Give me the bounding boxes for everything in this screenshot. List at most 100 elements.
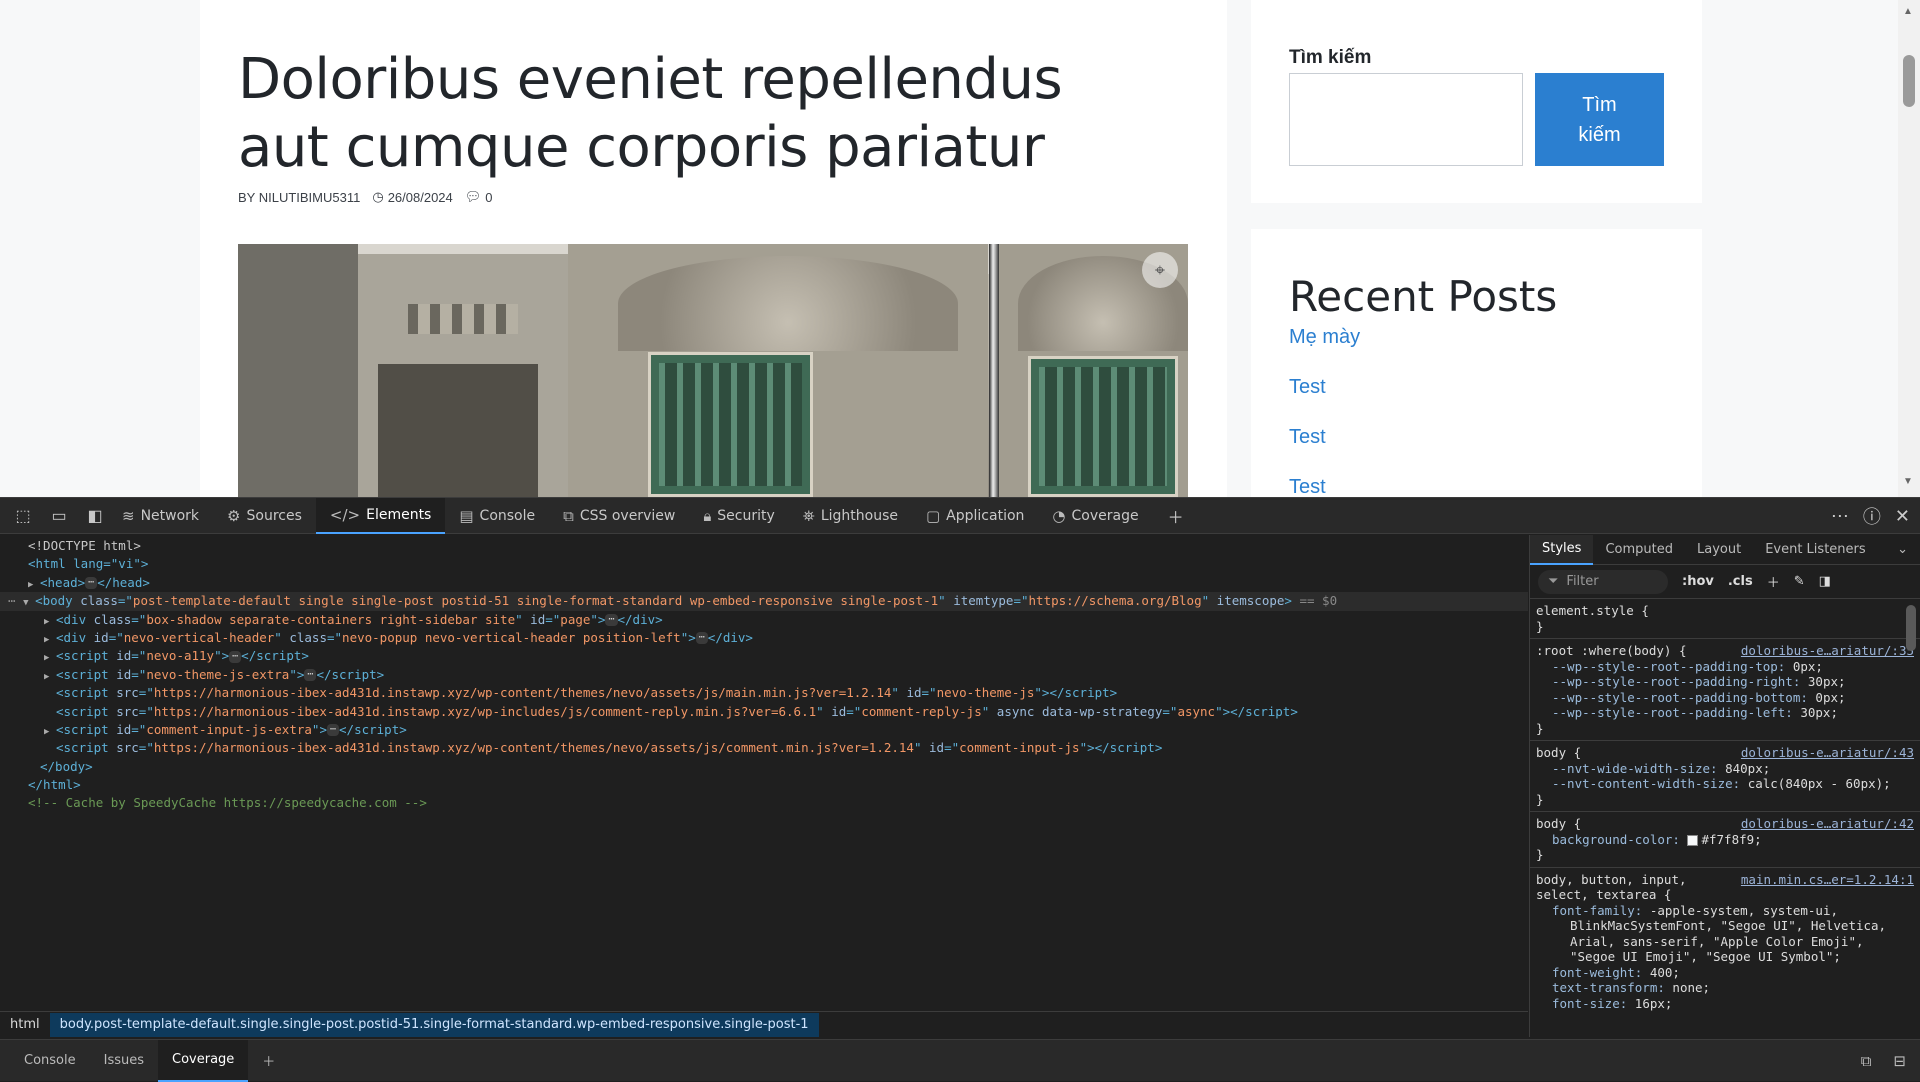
style-rule[interactable]: doloribus-e…ariatur/:42 body { background…	[1530, 812, 1920, 868]
dock-drawer-icon[interactable]: ⧉	[1861, 1052, 1872, 1070]
breadcrumb-item[interactable]: html	[0, 1013, 50, 1037]
devtools-actions: ⋯ ⓘ ✕	[1831, 498, 1910, 534]
inspect-element-icon[interactable]: ⬚	[10, 503, 36, 529]
style-rule[interactable]: main.min.cs…er=1.2.14:1 body, button, inp…	[1530, 868, 1920, 1016]
lighthouse-icon: ⛯	[802, 506, 815, 525]
post-meta: BY NILUTIBIMU5311 ◷ 26/08/2024 💬︎ 0	[238, 189, 493, 205]
tab-network[interactable]: ≋ Network	[108, 498, 213, 534]
device-emulation-icon[interactable]: ▭	[46, 503, 72, 529]
scroll-up-icon[interactable]: ▲	[1903, 6, 1913, 17]
dom-line[interactable]: <html lang="vi">	[0, 555, 1528, 573]
style-rule[interactable]: doloribus-e…ariatur/:43 body { --nvt-wide…	[1530, 741, 1920, 812]
dom-line[interactable]: ▶ <div id="nevo-vertical-header" class="n…	[0, 629, 1528, 647]
scroll-down-icon[interactable]: ▼	[1903, 476, 1913, 487]
dock-side-icon[interactable]: ◧	[82, 503, 108, 529]
close-drawer-icon[interactable]: ⊟	[1893, 1052, 1906, 1070]
tab-event-listeners[interactable]: Event Listeners	[1753, 535, 1877, 565]
tab-security[interactable]: 🔒︎ Security	[689, 498, 788, 534]
page-viewport: Doloribus eveniet repellendus aut cumque…	[0, 0, 1920, 497]
drawer-tab-issues[interactable]: Issues	[90, 1040, 158, 1082]
dom-line[interactable]: </body>	[0, 758, 1528, 776]
post-title: Doloribus eveniet repellendus aut cumque…	[238, 47, 1063, 180]
tab-elements[interactable]: </> Elements	[315, 497, 446, 534]
scrollbar-thumb[interactable]	[1903, 55, 1915, 107]
chevron-down-icon[interactable]: ⌄	[1897, 542, 1908, 557]
post-comments-wrap: 💬︎ 0	[465, 189, 493, 205]
post-comment-count[interactable]: 0	[485, 190, 492, 205]
help-icon[interactable]: ⓘ	[1863, 503, 1881, 529]
tab-console[interactable]: ▤ Console	[445, 498, 549, 534]
close-icon[interactable]: ✕	[1895, 506, 1910, 527]
dom-line-selected[interactable]: ⋯ ▼ <body class="post-template-default si…	[0, 592, 1528, 612]
style-rule[interactable]: element.style { }	[1530, 599, 1920, 639]
tab-coverage[interactable]: ◔ Coverage	[1038, 498, 1152, 534]
post-date-wrap: ◷ 26/08/2024	[372, 189, 452, 205]
styles-scrollbar-thumb[interactable]	[1906, 605, 1916, 651]
collapse-arrow-icon[interactable]: ▼	[23, 594, 35, 612]
featured-image: ⌖	[238, 244, 1188, 497]
dom-line[interactable]: <!DOCTYPE html>	[0, 537, 1528, 555]
visual-search-icon[interactable]: ⌖	[1142, 252, 1178, 288]
styles-toolbar: ⏷ Filter :hov .cls ＋ ✎ ◨	[1530, 565, 1920, 599]
filter-input[interactable]: ⏷ Filter	[1538, 569, 1668, 594]
search-input[interactable]	[1289, 73, 1523, 166]
paint-icon[interactable]: ✎	[1794, 574, 1805, 589]
tab-computed[interactable]: Computed	[1593, 535, 1685, 565]
dom-line[interactable]: <script src="https://harmonious-ibex-ad4…	[0, 684, 1528, 702]
devtools-tabbar: ⬚ ▭ ◧ ≋ Network ⚙ Sources </> Elements ▤ Con…	[0, 497, 1920, 534]
clock-icon: ◷	[372, 189, 384, 204]
source-link[interactable]: doloribus-e…ariatur/:42	[1741, 816, 1914, 832]
post-date[interactable]: 26/08/2024	[388, 190, 453, 205]
drawer-tabbar: Console Issues Coverage ＋ ⧉ ⊟	[0, 1039, 1920, 1082]
recent-post-link[interactable]: Mẹ mày	[1289, 326, 1360, 349]
add-tab-icon[interactable]: ＋	[1163, 503, 1189, 529]
source-link[interactable]: doloribus-e…ariatur/:43	[1741, 745, 1914, 761]
recent-post-link[interactable]: Test	[1289, 376, 1326, 399]
dom-line[interactable]: <!-- Cache by SpeedyCache https://speedy…	[0, 794, 1528, 812]
page-scrollbar[interactable]: ▲ ▼	[1898, 0, 1920, 497]
css-overview-icon: ⧉	[563, 506, 574, 525]
post-content: Doloribus eveniet repellendus aut cumque…	[200, 0, 1227, 497]
drawer-tab-coverage[interactable]: Coverage	[158, 1039, 249, 1082]
dom-line[interactable]: <script src="https://harmonious-ibex-ad4…	[0, 739, 1528, 757]
color-swatch[interactable]	[1687, 834, 1699, 846]
source-link[interactable]: doloribus-e…ariatur/:35	[1741, 643, 1914, 659]
more-options-icon[interactable]: ⋯	[1831, 506, 1849, 527]
recent-post-link[interactable]: Test	[1289, 426, 1326, 449]
dom-line[interactable]: ▶ <script id="comment-input-js-extra"> ⋯ </…	[0, 721, 1528, 739]
new-rule-icon[interactable]: ＋	[1767, 572, 1780, 591]
tab-layout[interactable]: Layout	[1685, 535, 1753, 565]
search-button[interactable]: Tìm kiếm	[1535, 73, 1664, 166]
sidebar-toggle-icon[interactable]: ◨	[1819, 574, 1831, 589]
ellipsis-icon[interactable]: ⋯	[85, 577, 98, 590]
drawer-tab-console[interactable]: Console	[10, 1040, 90, 1082]
post-author[interactable]: BY NILUTIBIMU5311	[238, 190, 360, 205]
dom-line[interactable]: </html>	[0, 776, 1528, 794]
devtools-panel: ⬚ ▭ ◧ ≋ Network ⚙ Sources </> Elements ▤ Con…	[0, 497, 1920, 1082]
dom-line[interactable]: ▶ <head> ⋯ </head>	[0, 574, 1528, 592]
dom-line[interactable]: ▶ <div class="box-shadow separate-contain…	[0, 611, 1528, 629]
dom-line[interactable]: <script src="https://harmonious-ibex-ad4…	[0, 703, 1528, 721]
recent-post-link[interactable]: Test	[1289, 476, 1326, 497]
window-icon: ▢	[925, 506, 941, 525]
dom-line[interactable]: ▶ <script id="nevo-a11y"> ⋯ </script>	[0, 647, 1528, 665]
style-rule[interactable]: doloribus-e…ariatur/:35:root :where(body…	[1530, 639, 1920, 741]
wifi-icon: ≋	[122, 506, 135, 525]
dom-tree[interactable]: <!DOCTYPE html> <html lang="vi"> ▶ <head>…	[0, 535, 1528, 1009]
dom-line[interactable]: ▶ <script id="nevo-theme-js-extra"> ⋯ </scr…	[0, 666, 1528, 684]
cls-toggle[interactable]: .cls	[1728, 574, 1753, 589]
breadcrumb-item-active[interactable]: body.post-template-default.single.single…	[49, 1012, 819, 1037]
hov-toggle[interactable]: :hov	[1682, 574, 1714, 589]
tab-css-overview[interactable]: ⧉ CSS overview	[549, 498, 689, 534]
comment-icon: 💬︎	[464, 189, 482, 204]
add-drawer-tab-icon[interactable]: ＋	[248, 1040, 289, 1082]
lock-icon: 🔒︎	[703, 506, 712, 525]
tab-application[interactable]: ▢ Application	[912, 498, 1038, 534]
source-link[interactable]: main.min.cs…er=1.2.14:1	[1741, 872, 1914, 888]
coverage-icon: ◔	[1052, 506, 1066, 525]
tab-lighthouse[interactable]: ⛯ Lighthouse	[789, 498, 912, 534]
filter-icon: ⏷	[1548, 574, 1559, 589]
console-icon: ▤	[459, 506, 474, 525]
tab-styles[interactable]: Styles	[1530, 535, 1594, 565]
tab-sources[interactable]: ⚙ Sources	[213, 498, 316, 534]
